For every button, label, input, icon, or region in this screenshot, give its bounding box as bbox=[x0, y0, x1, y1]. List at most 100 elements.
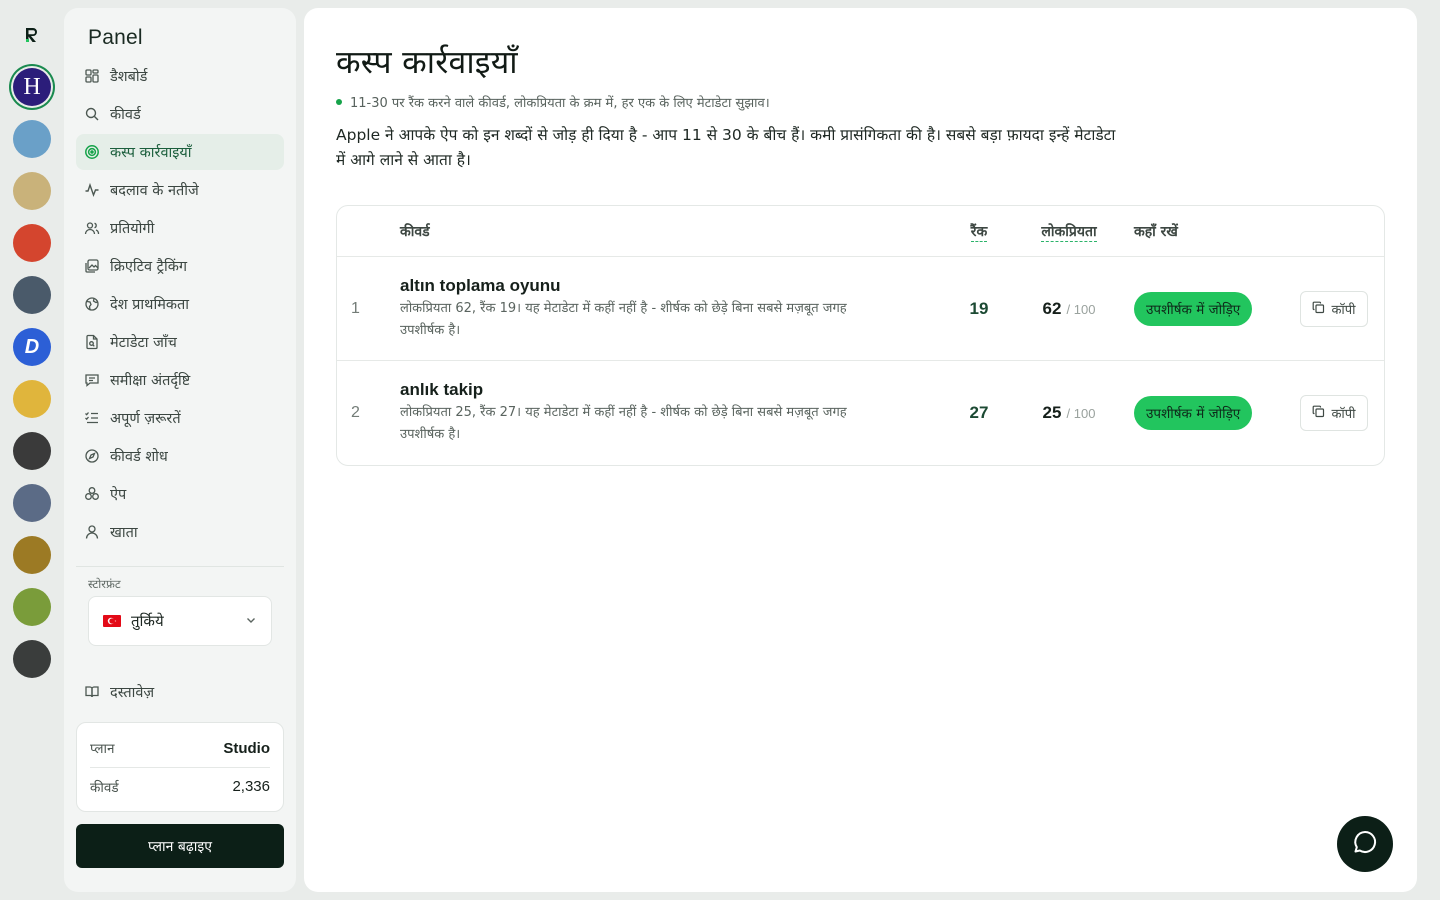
copy-label: कॉपी bbox=[1331, 407, 1356, 422]
nav-metadata-check-label: मेटाडेटा जाँच bbox=[110, 335, 177, 351]
keyword-description: लोकप्रियता 25, रैंक 27। यह मेटाडेटा में … bbox=[400, 405, 847, 442]
rank-value: 19 bbox=[969, 298, 989, 318]
page-intro: Apple ने आपके ऐप को इन शब्दों से जोड़ ही… bbox=[336, 126, 1116, 169]
keyword-title: altın toplama oyunu bbox=[400, 275, 561, 295]
storefront-select[interactable]: तुर्किये bbox=[88, 596, 272, 646]
app-chart-icon[interactable] bbox=[13, 276, 51, 314]
globe-icon bbox=[84, 296, 100, 312]
nav-unmet-needs[interactable]: अपूर्ण ज़रूरतें bbox=[76, 400, 284, 436]
grid-icon bbox=[84, 68, 100, 84]
header-rank[interactable]: रैंक bbox=[960, 222, 998, 242]
app-ticket-icon[interactable] bbox=[13, 380, 51, 418]
cusp-actions-table: कीवर्ड रैंक लोकप्रियता कहाँ रखें 1 altın… bbox=[336, 205, 1385, 466]
plan-card: प्लान Studio कीवर्ड 2,336 bbox=[76, 722, 284, 812]
app-temple-icon[interactable] bbox=[13, 536, 51, 574]
nav-change-results-label: बदलाव के नतीजे bbox=[110, 183, 199, 199]
nav-docs[interactable]: दस्तावेज़ bbox=[76, 674, 284, 710]
storefront-label: स्टोरफ्रंट bbox=[88, 577, 121, 591]
table-row: 2 anlık takip लोकप्रियता 25, रैंक 27। यह… bbox=[337, 361, 1384, 465]
app-blocks-icon[interactable] bbox=[13, 224, 51, 262]
header-popularity[interactable]: लोकप्रियता bbox=[1036, 222, 1102, 242]
nav-metadata-check[interactable]: मेटाडेटा जाँच bbox=[76, 324, 284, 360]
compass-icon bbox=[84, 448, 100, 464]
add-to-subtitle-button[interactable]: उपशीर्षक में जोड़िए bbox=[1134, 291, 1253, 326]
users-icon bbox=[84, 220, 100, 236]
app-girl-icon[interactable] bbox=[13, 484, 51, 522]
nav-docs-label: दस्तावेज़ bbox=[110, 685, 155, 701]
app-temple2-icon[interactable] bbox=[13, 588, 51, 626]
apps-icon bbox=[84, 486, 100, 502]
sidebar-divider bbox=[76, 566, 284, 567]
copy-button[interactable]: कॉपी bbox=[1300, 291, 1368, 327]
nav-apps[interactable]: ऐप bbox=[76, 476, 284, 512]
main-panel: कस्प कार्रवाइयाँ 11-30 पर रैंक करने वाले… bbox=[304, 8, 1417, 892]
rank-value: 27 bbox=[969, 403, 989, 422]
app-h-icon[interactable]: H bbox=[13, 68, 51, 106]
popularity-value: 25 bbox=[1042, 403, 1062, 422]
keywords-quota-row: कीवर्ड 2,336 bbox=[90, 767, 270, 805]
nav-dashboard[interactable]: डैशबोर्ड bbox=[76, 58, 284, 94]
app-tv-icon[interactable] bbox=[13, 640, 51, 678]
search-icon bbox=[84, 106, 100, 122]
file-search-icon bbox=[84, 334, 100, 350]
nav-keyword-research-label: कीवर्ड शोध bbox=[110, 449, 168, 465]
nav-review-insights[interactable]: समीक्षा अंतर्दृष्टि bbox=[76, 362, 284, 398]
copy-icon bbox=[1312, 301, 1325, 318]
add-to-subtitle-button[interactable]: उपशीर्षक में जोड़िए bbox=[1134, 396, 1253, 430]
nav-change-results[interactable]: बदलाव के नतीजे bbox=[76, 172, 284, 208]
row-index: 2 bbox=[351, 404, 360, 421]
table-header: कीवर्ड रैंक लोकप्रियता कहाँ रखें bbox=[337, 206, 1384, 257]
popularity-value: 62 bbox=[1042, 298, 1062, 318]
plan-value: Studio bbox=[223, 739, 270, 757]
turkey-flag-icon bbox=[103, 615, 121, 627]
page-subtitle: 11-30 पर रैंक करने वाले कीवर्ड, लोकप्रिय… bbox=[336, 93, 1385, 111]
nav-competitors[interactable]: प्रतियोगी bbox=[76, 210, 284, 246]
keywords-quota-value: 2,336 bbox=[232, 778, 270, 795]
nav-review-insights-label: समीक्षा अंतर्दृष्टि bbox=[110, 373, 191, 389]
nav-account[interactable]: खाता bbox=[76, 514, 284, 550]
upgrade-plan-button[interactable]: प्लान बढ़ाइए bbox=[76, 824, 284, 868]
chat-button[interactable] bbox=[1337, 816, 1393, 872]
target-icon bbox=[84, 144, 100, 160]
plan-label: प्लान bbox=[90, 741, 115, 757]
sidebar-brand: Panel bbox=[88, 26, 143, 49]
book-icon bbox=[84, 684, 100, 700]
sidebar-nav: डैशबोर्ड कीवर्ड कस्प कार्रवाइयाँ बदलाव के न… bbox=[76, 58, 284, 550]
plan-row: प्लान Studio bbox=[90, 729, 270, 767]
nav-cusp-actions[interactable]: कस्प कार्रवाइयाँ bbox=[76, 134, 284, 170]
keywords-quota-label: कीवर्ड bbox=[90, 779, 119, 796]
popularity-cell: 62 / 100 bbox=[1036, 299, 1102, 319]
app-d-icon[interactable]: D bbox=[13, 328, 51, 366]
images-icon bbox=[84, 258, 100, 274]
app-runner-icon[interactable] bbox=[13, 120, 51, 158]
brand-logo-icon[interactable] bbox=[21, 24, 43, 46]
list-check-icon bbox=[84, 410, 100, 426]
activity-icon bbox=[84, 182, 100, 198]
nav-creative-tracking[interactable]: क्रिएटिव ट्रैकिंग bbox=[76, 248, 284, 284]
sidebar: Panel डैशबोर्ड कीवर्ड कस्प कार्रवाइयाँ बदला… bbox=[64, 8, 296, 892]
copy-label: कॉपी bbox=[1331, 303, 1356, 318]
app-gold-icon[interactable] bbox=[13, 172, 51, 210]
keyword-cell: altın toplama oyunu लोकप्रियता 62, रैंक … bbox=[400, 276, 960, 342]
header-placement: कहाँ रखें bbox=[1134, 223, 1178, 240]
nav-country-priority[interactable]: देश प्राथमिकता bbox=[76, 286, 284, 322]
popularity-cell: 25 / 100 bbox=[1036, 403, 1102, 423]
nav-unmet-needs-label: अपूर्ण ज़रूरतें bbox=[110, 411, 181, 427]
popularity-max: / 100 bbox=[1066, 406, 1096, 421]
row-index: 1 bbox=[351, 299, 360, 317]
nav-keywords[interactable]: कीवर्ड bbox=[76, 96, 284, 132]
popularity-max: / 100 bbox=[1066, 301, 1096, 317]
nav-country-priority-label: देश प्राथमिकता bbox=[110, 297, 190, 313]
nav-account-label: खाता bbox=[110, 525, 138, 541]
copy-button[interactable]: कॉपी bbox=[1300, 395, 1368, 431]
chat-bubble-icon bbox=[1352, 829, 1378, 859]
user-icon bbox=[84, 524, 100, 540]
table-row: 1 altın toplama oyunu लोकप्रियता 62, रैं… bbox=[337, 257, 1384, 361]
message-icon bbox=[84, 372, 100, 388]
nav-competitors-label: प्रतियोगी bbox=[110, 221, 155, 237]
page-subtitle-text: 11-30 पर रैंक करने वाले कीवर्ड, लोकप्रिय… bbox=[350, 96, 770, 111]
app-rail: HD bbox=[0, 0, 64, 900]
app-investing-icon[interactable] bbox=[13, 432, 51, 470]
nav-apps-label: ऐप bbox=[110, 487, 127, 503]
nav-keyword-research[interactable]: कीवर्ड शोध bbox=[76, 438, 284, 474]
